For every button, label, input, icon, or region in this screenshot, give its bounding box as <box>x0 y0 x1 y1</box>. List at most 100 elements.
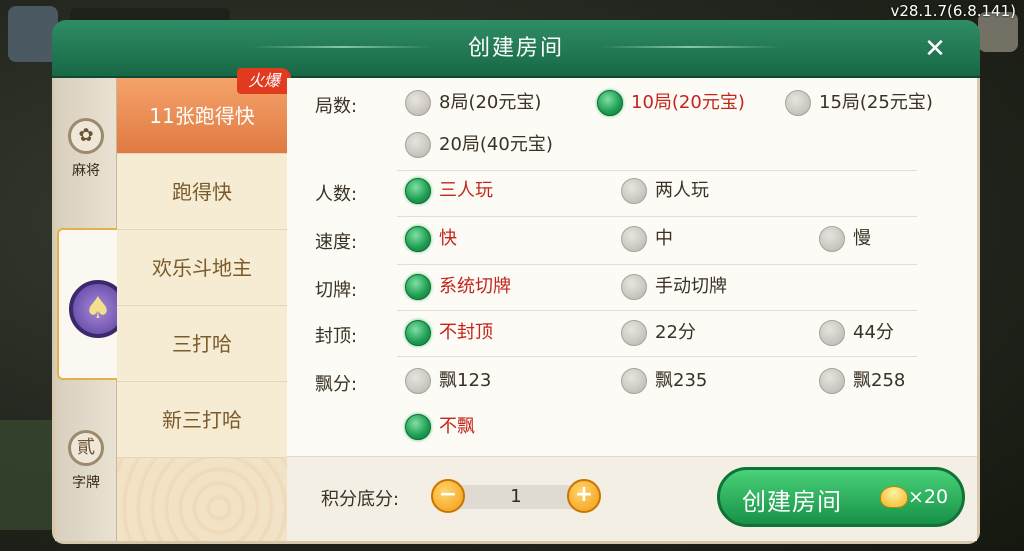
radio-icon <box>405 274 431 300</box>
game-list: 11张跑得快 火爆 跑得快 欢乐斗地主 三打哈 新三打哈 <box>117 68 291 541</box>
game-list-pattern <box>117 458 287 541</box>
option-label: 10局(20元宝) <box>631 92 745 113</box>
divider <box>397 310 917 311</box>
option-label: 22分 <box>655 322 696 343</box>
players-label: 人数: <box>315 184 358 205</box>
dialog-title: 创建房间 <box>467 36 564 61</box>
zipai-icon: 貳 <box>68 430 104 466</box>
option-label: 20局(40元宝) <box>439 134 553 155</box>
divider <box>397 170 917 171</box>
dialog-body: ✿ 麻将 ♠ 貳 字牌 11张跑得快 火爆 跑得快 欢乐斗地主 三打哈 新三打哈… <box>52 68 980 544</box>
hot-badge: 火爆 <box>237 68 291 94</box>
radio-icon <box>405 368 431 394</box>
speed-option-slow[interactable]: 慢 <box>819 224 871 254</box>
create-room-button[interactable]: 创建房间 ×20 <box>717 467 965 527</box>
float-option-235[interactable]: 飘235 <box>621 366 707 396</box>
option-label: 飘235 <box>655 370 708 391</box>
float-option-258[interactable]: 飘258 <box>819 366 905 396</box>
close-icon[interactable]: ✕ <box>918 32 952 66</box>
option-label: 两人玩 <box>655 180 709 201</box>
create-cost: ×20 <box>908 486 949 508</box>
float-option-123[interactable]: 飘123 <box>405 366 491 396</box>
dialog-title-bar: 创建房间 ✕ <box>52 20 980 78</box>
option-label: 不飘 <box>439 416 475 437</box>
option-label: 飘123 <box>439 370 492 391</box>
radio-icon <box>621 368 647 394</box>
divider <box>397 264 917 265</box>
player-avatar <box>8 6 58 62</box>
option-label: 飘258 <box>853 370 906 391</box>
game-item-doudizhu[interactable]: 欢乐斗地主 <box>117 230 287 306</box>
game-lobby-screen: v28.1.7(6.8.141) 创建房间 ✕ ✿ 麻将 ♠ 貳 字牌 11张跑… <box>0 0 1024 551</box>
float-option-none[interactable]: 不飘 <box>405 412 475 442</box>
rounds-option-20[interactable]: 20局(40元宝) <box>405 130 553 160</box>
radio-icon <box>621 274 647 300</box>
dialog-footer: 积分底分: 1 − + 创建房间 ×20 <box>287 456 977 541</box>
radio-icon <box>621 320 647 346</box>
cut-label: 切牌: <box>315 280 358 301</box>
option-label: 快 <box>439 228 457 249</box>
rule-options: 局数: 8局(20元宝) 10局(20元宝) 15局(25元宝) 20局(40元… <box>287 78 977 456</box>
category-label: 字牌 <box>72 475 100 491</box>
rounds-option-15[interactable]: 15局(25元宝) <box>785 88 933 118</box>
mahjong-icon: ✿ <box>68 118 104 154</box>
players-option-3[interactable]: 三人玩 <box>405 176 493 206</box>
radio-icon <box>819 320 845 346</box>
option-label: 中 <box>655 228 673 249</box>
base-score-value: 1 <box>510 486 522 507</box>
players-option-2[interactable]: 两人玩 <box>621 176 709 206</box>
radio-icon <box>405 414 431 440</box>
radio-icon <box>819 368 845 394</box>
game-item-11-paodekuai[interactable]: 11张跑得快 火爆 <box>117 68 291 154</box>
game-label: 11张跑得快 <box>149 104 255 128</box>
cut-option-manual[interactable]: 手动切牌 <box>621 272 727 302</box>
create-room-label: 创建房间 <box>742 488 842 516</box>
divider <box>397 216 917 217</box>
radio-icon <box>405 90 431 116</box>
gold-ingot-icon <box>880 486 908 508</box>
radio-icon <box>819 226 845 252</box>
radio-icon <box>597 90 623 116</box>
minus-icon[interactable]: − <box>431 479 465 513</box>
radio-icon <box>621 178 647 204</box>
rounds-option-8[interactable]: 8局(20元宝) <box>405 88 541 118</box>
game-item-sandaha[interactable]: 三打哈 <box>117 306 287 382</box>
game-item-new-sandaha[interactable]: 新三打哈 <box>117 382 287 458</box>
game-item-paodekuai[interactable]: 跑得快 <box>117 154 287 230</box>
radio-icon <box>405 132 431 158</box>
speed-option-fast[interactable]: 快 <box>405 224 457 254</box>
category-strip: ✿ 麻将 ♠ 貳 字牌 <box>55 78 131 541</box>
base-score-stepper: 1 − + <box>431 479 601 515</box>
plus-icon[interactable]: + <box>567 479 601 513</box>
option-label: 不封顶 <box>439 322 493 343</box>
divider <box>397 356 917 357</box>
category-zipai[interactable]: 貳 字牌 <box>55 430 117 492</box>
rounds-option-10[interactable]: 10局(20元宝) <box>597 88 745 118</box>
radio-icon <box>405 226 431 252</box>
radio-icon <box>405 320 431 346</box>
version-text: v28.1.7(6.8.141) <box>890 2 1016 20</box>
cap-option-none[interactable]: 不封顶 <box>405 318 493 348</box>
option-label: 三人玩 <box>439 180 493 201</box>
cap-option-44[interactable]: 44分 <box>819 318 894 348</box>
speed-option-medium[interactable]: 中 <box>621 224 673 254</box>
option-label: 系统切牌 <box>439 276 511 297</box>
option-label: 手动切牌 <box>655 276 727 297</box>
option-label: 15局(25元宝) <box>819 92 933 113</box>
float-label: 飘分: <box>315 374 358 395</box>
create-room-dialog: 创建房间 ✕ ✿ 麻将 ♠ 貳 字牌 11张跑得快 火爆 跑得快 欢乐斗地主 三… <box>52 20 980 544</box>
base-score-label: 积分底分: <box>321 489 400 510</box>
radio-icon <box>621 226 647 252</box>
radio-icon <box>785 90 811 116</box>
option-label: 8局(20元宝) <box>439 92 542 113</box>
cut-option-system[interactable]: 系统切牌 <box>405 272 511 302</box>
background-tile <box>0 420 56 530</box>
cap-label: 封顶: <box>315 326 358 347</box>
cap-option-22[interactable]: 22分 <box>621 318 696 348</box>
rounds-label: 局数: <box>315 96 358 117</box>
option-label: 44分 <box>853 322 894 343</box>
category-mahjong[interactable]: ✿ 麻将 <box>55 118 117 180</box>
category-label: 麻将 <box>72 163 100 179</box>
speed-label: 速度: <box>315 232 358 253</box>
radio-icon <box>405 178 431 204</box>
